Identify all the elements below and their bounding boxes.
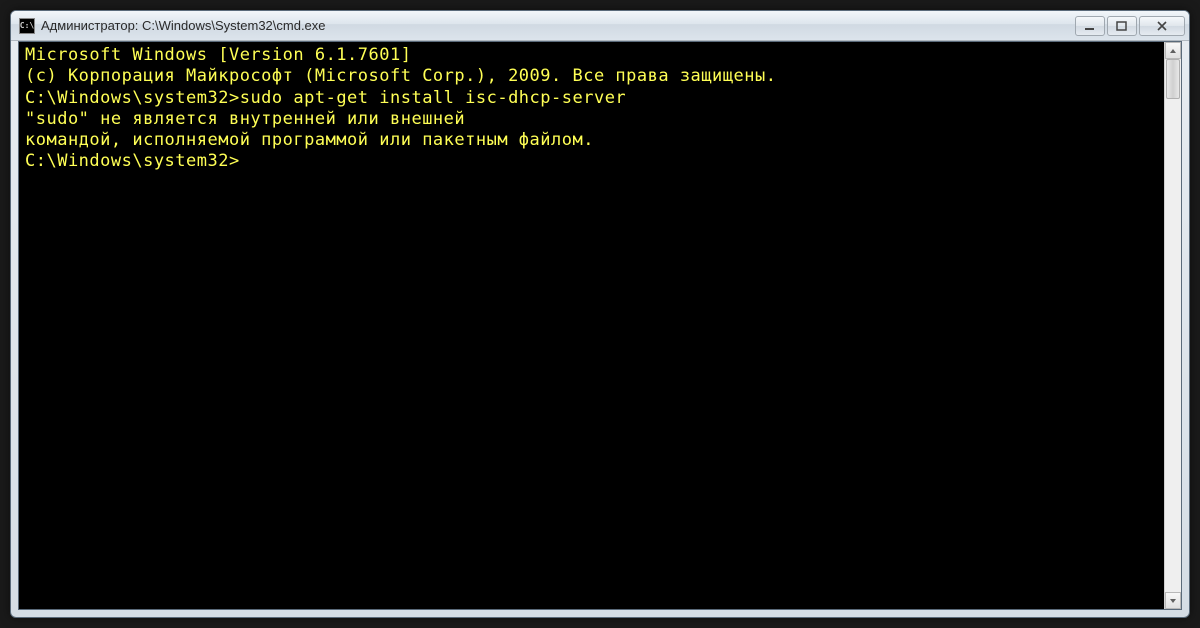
scroll-down-button[interactable] — [1165, 592, 1181, 609]
scroll-thumb[interactable] — [1166, 59, 1180, 99]
close-button[interactable] — [1139, 16, 1185, 36]
terminal-output[interactable]: Microsoft Windows [Version 6.1.7601](c) … — [19, 42, 1164, 609]
vertical-scrollbar[interactable] — [1164, 42, 1181, 609]
close-icon — [1156, 21, 1168, 31]
error-line-1: "sudo" не является внутренней или внешне… — [25, 109, 1158, 130]
copyright-line: (c) Корпорация Майкрософт (Microsoft Cor… — [25, 66, 1158, 87]
minimize-button[interactable] — [1075, 16, 1105, 36]
chevron-down-icon — [1169, 598, 1177, 604]
client-area: Microsoft Windows [Version 6.1.7601](c) … — [18, 41, 1182, 610]
window-controls — [1075, 16, 1185, 36]
prompt-1: C:\Windows\system32> — [25, 88, 240, 108]
maximize-button[interactable] — [1107, 16, 1137, 36]
scroll-track[interactable] — [1165, 59, 1181, 592]
cmd-window: C:\ Администратор: C:\Windows\System32\c… — [10, 10, 1190, 618]
prompt-line-2: C:\Windows\system32> — [25, 151, 1158, 172]
window-title: Администратор: C:\Windows\System32\cmd.e… — [41, 18, 1075, 33]
command-text-1: sudo apt-get install isc-dhcp-server — [240, 88, 626, 108]
cmd-icon: C:\ — [19, 18, 35, 34]
error-line-2: командой, исполняемой программой или пак… — [25, 130, 1158, 151]
minimize-icon — [1084, 21, 1096, 31]
maximize-icon — [1116, 21, 1128, 31]
command-line-1: C:\Windows\system32>sudo apt-get install… — [25, 88, 1158, 109]
version-line: Microsoft Windows [Version 6.1.7601] — [25, 45, 1158, 66]
titlebar[interactable]: C:\ Администратор: C:\Windows\System32\c… — [11, 11, 1189, 41]
scroll-up-button[interactable] — [1165, 42, 1181, 59]
chevron-up-icon — [1169, 48, 1177, 54]
